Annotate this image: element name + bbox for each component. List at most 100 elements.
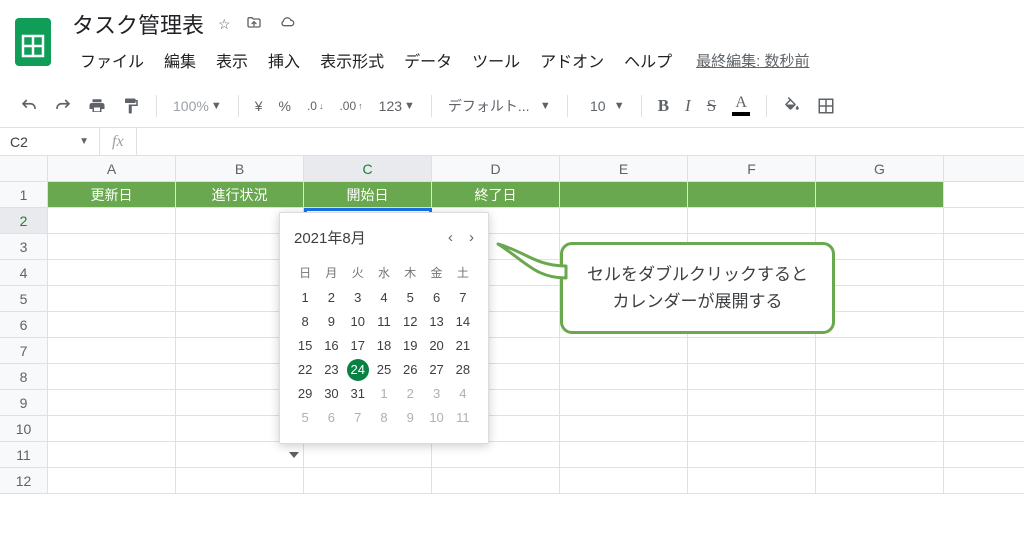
calendar-day[interactable]: 13 <box>426 311 448 333</box>
calendar-day[interactable]: 1 <box>294 287 316 309</box>
calendar-day[interactable]: 6 <box>426 287 448 309</box>
redo-icon[interactable] <box>48 93 78 119</box>
undo-icon[interactable] <box>14 93 44 119</box>
calendar-day[interactable]: 30 <box>320 383 342 405</box>
calendar-day[interactable]: 5 <box>399 287 421 309</box>
print-icon[interactable] <box>82 93 112 119</box>
calendar-day[interactable]: 6 <box>320 407 342 429</box>
calendar-day[interactable]: 22 <box>294 359 316 381</box>
calendar-day[interactable]: 5 <box>294 407 316 429</box>
menu-file[interactable]: ファイル <box>72 44 152 76</box>
zoom-select[interactable]: 100% ▼ <box>167 94 228 118</box>
calendar-day[interactable]: 3 <box>426 383 448 405</box>
cell-D1[interactable]: 終了日 <box>432 182 560 207</box>
calendar-day[interactable]: 4 <box>452 383 474 405</box>
menu-addons[interactable]: アドオン <box>532 44 612 76</box>
calendar-day[interactable]: 25 <box>373 359 395 381</box>
col-G[interactable]: G <box>816 156 944 181</box>
calendar-day[interactable]: 12 <box>399 311 421 333</box>
calendar-day[interactable]: 7 <box>347 407 369 429</box>
cell-E1[interactable] <box>560 182 688 207</box>
calendar-day[interactable]: 18 <box>373 335 395 357</box>
row-11[interactable]: 11 <box>0 442 48 467</box>
fill-color-button[interactable] <box>777 93 807 119</box>
calendar-day[interactable]: 4 <box>373 287 395 309</box>
col-C[interactable]: C <box>304 156 432 181</box>
calendar-day[interactable]: 3 <box>347 287 369 309</box>
calendar-day[interactable]: 16 <box>320 335 342 357</box>
menu-edit[interactable]: 編集 <box>156 44 204 76</box>
calendar-day[interactable]: 2 <box>399 383 421 405</box>
menu-data[interactable]: データ <box>396 44 460 76</box>
menu-view[interactable]: 表示 <box>208 44 256 76</box>
calendar-day[interactable]: 8 <box>294 311 316 333</box>
calendar-day[interactable]: 9 <box>320 311 342 333</box>
menu-tools[interactable]: ツール <box>464 44 528 76</box>
dropdown-icon[interactable] <box>289 452 299 458</box>
strike-button[interactable]: S <box>701 92 722 120</box>
calendar-day[interactable]: 10 <box>426 407 448 429</box>
row-7[interactable]: 7 <box>0 338 48 363</box>
calendar-day[interactable]: 20 <box>426 335 448 357</box>
select-all-corner[interactable] <box>0 156 48 181</box>
calendar-day[interactable]: 21 <box>452 335 474 357</box>
font-family-select[interactable]: デフォルト... ▼ <box>442 92 557 120</box>
row-4[interactable]: 4 <box>0 260 48 285</box>
col-D[interactable]: D <box>432 156 560 181</box>
last-edit[interactable]: 最終編集: 数秒前 <box>696 50 809 71</box>
row-1[interactable]: 1 <box>0 182 48 207</box>
calendar-day[interactable]: 29 <box>294 383 316 405</box>
col-A[interactable]: A <box>48 156 176 181</box>
prev-month-icon[interactable]: ‹ <box>448 229 453 246</box>
calendar-day[interactable]: 9 <box>399 407 421 429</box>
row-5[interactable]: 5 <box>0 286 48 311</box>
calendar-day[interactable]: 14 <box>452 311 474 333</box>
calendar-day[interactable]: 28 <box>452 359 474 381</box>
calendar-day[interactable]: 19 <box>399 335 421 357</box>
sheets-logo[interactable] <box>12 14 54 70</box>
italic-button[interactable]: I <box>679 92 697 120</box>
more-formats-button[interactable]: 123▼ <box>373 94 421 118</box>
cell-A1[interactable]: 更新日 <box>48 182 176 207</box>
calendar-day[interactable]: 23 <box>320 359 342 381</box>
cell-A2[interactable] <box>48 208 176 233</box>
calendar-day[interactable]: 10 <box>347 311 369 333</box>
percent-button[interactable]: % <box>273 94 297 118</box>
col-E[interactable]: E <box>560 156 688 181</box>
menu-insert[interactable]: 挿入 <box>260 44 308 76</box>
cell-F2[interactable] <box>688 208 816 233</box>
calendar-day[interactable]: 17 <box>347 335 369 357</box>
calendar-day[interactable]: 24 <box>347 359 369 381</box>
cell-E2[interactable] <box>560 208 688 233</box>
cell-B1[interactable]: 進行状況 <box>176 182 304 207</box>
cell-G2[interactable] <box>816 208 944 233</box>
paint-format-icon[interactable] <box>116 93 146 119</box>
menu-format[interactable]: 表示形式 <box>312 44 392 76</box>
cloud-icon[interactable] <box>277 15 297 34</box>
calendar-day[interactable]: 8 <box>373 407 395 429</box>
row-3[interactable]: 3 <box>0 234 48 259</box>
calendar-day[interactable]: 11 <box>373 311 395 333</box>
next-month-icon[interactable]: › <box>469 229 474 246</box>
borders-button[interactable] <box>811 93 841 119</box>
calendar-day[interactable]: 1 <box>373 383 395 405</box>
row-10[interactable]: 10 <box>0 416 48 441</box>
formula-input[interactable] <box>137 128 1024 155</box>
calendar-day[interactable]: 2 <box>320 287 342 309</box>
bold-button[interactable]: B <box>652 92 675 120</box>
col-B[interactable]: B <box>176 156 304 181</box>
name-box[interactable]: C2▼ <box>0 128 100 155</box>
col-F[interactable]: F <box>688 156 816 181</box>
cell-G1[interactable] <box>816 182 944 207</box>
star-icon[interactable]: ☆ <box>218 16 231 33</box>
menu-help[interactable]: ヘルプ <box>616 44 680 76</box>
cell-C1[interactable]: 開始日 <box>304 182 432 207</box>
cell-F1[interactable] <box>688 182 816 207</box>
row-9[interactable]: 9 <box>0 390 48 415</box>
dec-decrease-button[interactable]: .0↓ <box>301 95 330 117</box>
move-icon[interactable] <box>245 15 263 34</box>
calendar-day[interactable]: 11 <box>452 407 474 429</box>
row-6[interactable]: 6 <box>0 312 48 337</box>
text-color-button[interactable]: A <box>726 91 756 120</box>
calendar-day[interactable]: 31 <box>347 383 369 405</box>
